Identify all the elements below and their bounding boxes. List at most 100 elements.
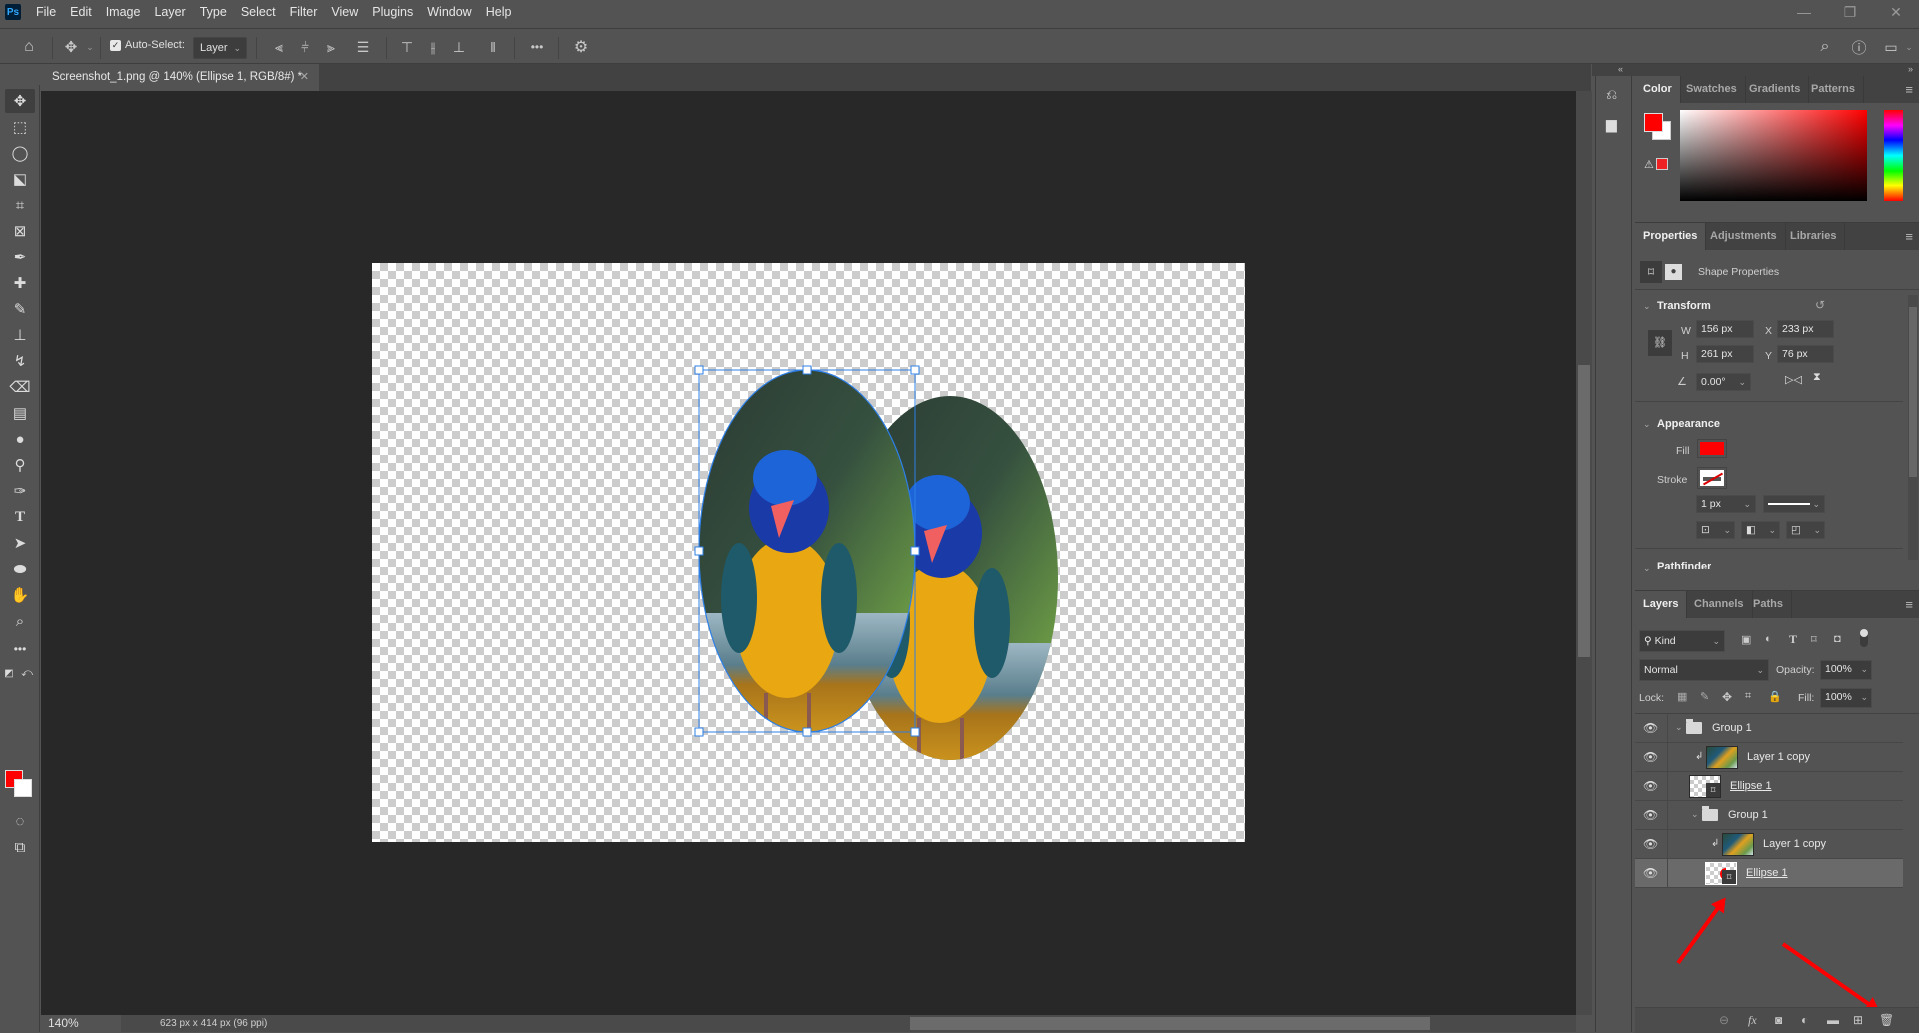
minimize-icon[interactable]: — bbox=[1781, 0, 1827, 24]
stroke-corners-dropdown[interactable]: ◰ ⌄ bbox=[1786, 521, 1825, 539]
frame-tool-icon[interactable]: ⊠ bbox=[5, 219, 35, 243]
menu-edit[interactable]: Edit bbox=[63, 0, 99, 24]
menu-filter[interactable]: Filter bbox=[283, 0, 325, 24]
x-input[interactable]: 233 px bbox=[1777, 320, 1834, 338]
transform-handle[interactable] bbox=[910, 727, 920, 737]
chevron-down-icon[interactable]: ⌄ bbox=[1860, 689, 1868, 705]
eraser-tool-icon[interactable]: ⌫ bbox=[5, 375, 35, 399]
delete-layer-icon[interactable]: 🗑 bbox=[1879, 1013, 1894, 1027]
chevron-down-icon[interactable]: ⌄ bbox=[1903, 36, 1915, 58]
chevron-down-icon[interactable]: ⌄ bbox=[1812, 496, 1820, 512]
visibility-eye-icon[interactable]: 👁 bbox=[1643, 867, 1658, 879]
chevron-down-icon[interactable]: ⌄ bbox=[1643, 419, 1651, 430]
lock-transparent-icon[interactable]: ▦ bbox=[1677, 690, 1687, 703]
filter-type-icon[interactable]: T bbox=[1789, 632, 1797, 647]
align-bottom-edges-icon[interactable]: ⊥ bbox=[450, 36, 468, 58]
distribute-horizontal-icon[interactable]: ☰ bbox=[354, 36, 372, 58]
chevron-down-icon[interactable]: ⌄ bbox=[84, 36, 96, 58]
menu-help[interactable]: Help bbox=[479, 0, 519, 24]
align-right-edges-icon[interactable]: ⫸ bbox=[322, 36, 340, 58]
history-brush-tool-icon[interactable]: ↯ bbox=[5, 349, 35, 373]
mask-properties-icon[interactable]: ● bbox=[1665, 264, 1682, 280]
eyedropper-tool-icon[interactable]: ✒ bbox=[5, 245, 35, 269]
align-horizontal-centers-icon[interactable]: ⫩ bbox=[296, 36, 314, 58]
layer-filter-dropdown[interactable]: ⚲ Kind ⌄ bbox=[1639, 630, 1725, 652]
collapse-panels-icon[interactable]: « bbox=[1618, 64, 1623, 74]
visibility-eye-icon[interactable]: 👁 bbox=[1643, 809, 1658, 821]
stroke-align-dropdown[interactable]: ⊡ ⌄ bbox=[1696, 521, 1735, 539]
color-field[interactable] bbox=[1680, 110, 1867, 201]
horizontal-scrollbar[interactable] bbox=[286, 1015, 1576, 1032]
lock-position-icon[interactable]: ✥ bbox=[1722, 690, 1732, 704]
rectangular-marquee-tool-icon[interactable]: ⬚ bbox=[5, 115, 35, 139]
filter-shape-icon[interactable]: ⌑ bbox=[1811, 633, 1817, 646]
tab-gradients[interactable]: Gradients bbox=[1741, 76, 1810, 103]
visibility-eye-icon[interactable]: 👁 bbox=[1643, 722, 1658, 734]
transform-handle[interactable] bbox=[802, 365, 812, 375]
transform-handle[interactable] bbox=[694, 365, 704, 375]
search-icon[interactable]: ⌕ bbox=[1814, 36, 1836, 58]
panel-menu-icon[interactable]: ≡ bbox=[1905, 597, 1913, 612]
link-layers-icon[interactable]: ⊖ bbox=[1719, 1013, 1729, 1027]
chevron-down-icon[interactable]: ⌄ bbox=[1643, 563, 1651, 574]
properties-scrollbar[interactable] bbox=[1908, 295, 1918, 560]
tab-paths[interactable]: Paths bbox=[1745, 591, 1792, 618]
lock-image-icon[interactable]: ✎ bbox=[1700, 690, 1709, 703]
visibility-eye-icon[interactable]: 👁 bbox=[1643, 751, 1658, 763]
crop-tool-icon[interactable]: ⌗ bbox=[5, 193, 35, 217]
document-canvas[interactable] bbox=[372, 263, 1245, 842]
align-vertical-centers-icon[interactable]: ⫲ bbox=[424, 36, 442, 58]
angle-input[interactable]: 0.00° ⌄ bbox=[1696, 373, 1751, 391]
pen-tool-icon[interactable]: ✑ bbox=[5, 479, 35, 503]
lasso-tool-icon[interactable]: ◯ bbox=[5, 141, 35, 165]
panel-menu-icon[interactable]: ≡ bbox=[1905, 229, 1913, 244]
expand-panels-icon[interactable]: » bbox=[1908, 64, 1913, 74]
visibility-eye-icon[interactable]: 👁 bbox=[1643, 780, 1658, 792]
background-color-swatch[interactable] bbox=[14, 779, 32, 797]
fill-color-button[interactable] bbox=[1697, 439, 1727, 458]
reset-transform-icon[interactable]: ↺ bbox=[1815, 298, 1825, 312]
adjustment-layer-icon[interactable]: ◐ bbox=[1801, 1013, 1808, 1027]
y-input[interactable]: 76 px bbox=[1777, 345, 1834, 363]
workspace-icon[interactable]: ▭ bbox=[1880, 36, 1902, 58]
chevron-down-icon[interactable]: ⌄ bbox=[1860, 661, 1868, 677]
chevron-down-icon[interactable]: ⌄ bbox=[1691, 809, 1699, 820]
move-icon[interactable]: ✥ bbox=[60, 36, 82, 58]
transform-handle[interactable] bbox=[694, 546, 704, 556]
close-icon[interactable]: ✕ bbox=[1873, 0, 1919, 24]
tab-adjustments[interactable]: Adjustments bbox=[1702, 223, 1786, 250]
hand-tool-icon[interactable]: ✋ bbox=[5, 583, 35, 607]
panel-menu-icon[interactable]: ≡ bbox=[1905, 82, 1913, 97]
canvas-workspace[interactable] bbox=[41, 91, 1576, 1015]
layer-row-layer-1-copy-nested[interactable]: 👁 ↲ Layer 1 copy bbox=[1635, 830, 1903, 859]
lock-artboard-icon[interactable]: ⌗ bbox=[1745, 690, 1751, 703]
stroke-type-dropdown[interactable]: ⌄ bbox=[1763, 495, 1825, 513]
lock-all-icon[interactable]: 🔒 bbox=[1768, 690, 1782, 703]
filter-adjustment-icon[interactable]: ◐ bbox=[1765, 633, 1772, 645]
chevron-down-icon[interactable]: ⌄ bbox=[1738, 374, 1746, 390]
vertical-scrollbar-thumb[interactable] bbox=[1578, 365, 1590, 657]
more-options-icon[interactable]: ••• bbox=[526, 36, 548, 58]
layer-row-group-1-nested[interactable]: 👁 ⌄ Group 1 bbox=[1635, 801, 1903, 830]
history-panel-icon[interactable]: ⎌ bbox=[1606, 86, 1617, 103]
menu-select[interactable]: Select bbox=[234, 0, 283, 24]
screen-mode-icon[interactable]: ⧉ bbox=[5, 835, 35, 859]
height-input[interactable]: 261 px bbox=[1696, 345, 1754, 363]
home-icon[interactable]: ⌂ bbox=[18, 36, 40, 58]
chevron-down-icon[interactable]: ⌄ bbox=[1743, 496, 1751, 512]
tab-layers[interactable]: Layers bbox=[1635, 591, 1688, 618]
chevron-down-icon[interactable]: ⌄ bbox=[1675, 722, 1683, 733]
type-tool-icon[interactable]: T bbox=[5, 505, 35, 529]
tab-swatches[interactable]: Swatches bbox=[1678, 76, 1746, 103]
gradient-tool-icon[interactable]: ▤ bbox=[5, 401, 35, 425]
spot-healing-brush-tool-icon[interactable]: ✚ bbox=[5, 271, 35, 295]
properties-scrollbar-thumb[interactable] bbox=[1909, 307, 1917, 477]
tab-color[interactable]: Color bbox=[1635, 76, 1681, 103]
auto-select-target-dropdown[interactable]: Layer ⌄ bbox=[193, 37, 247, 59]
clone-stamp-tool-icon[interactable]: ⊥ bbox=[5, 323, 35, 347]
stroke-width-input[interactable]: 1 px ⌄ bbox=[1696, 495, 1756, 513]
help-icon[interactable]: ⓘ bbox=[1848, 36, 1870, 58]
width-input[interactable]: 156 px bbox=[1696, 320, 1754, 338]
gear-icon[interactable]: ⚙ bbox=[570, 36, 592, 58]
vertical-scrollbar[interactable] bbox=[1576, 91, 1592, 1015]
